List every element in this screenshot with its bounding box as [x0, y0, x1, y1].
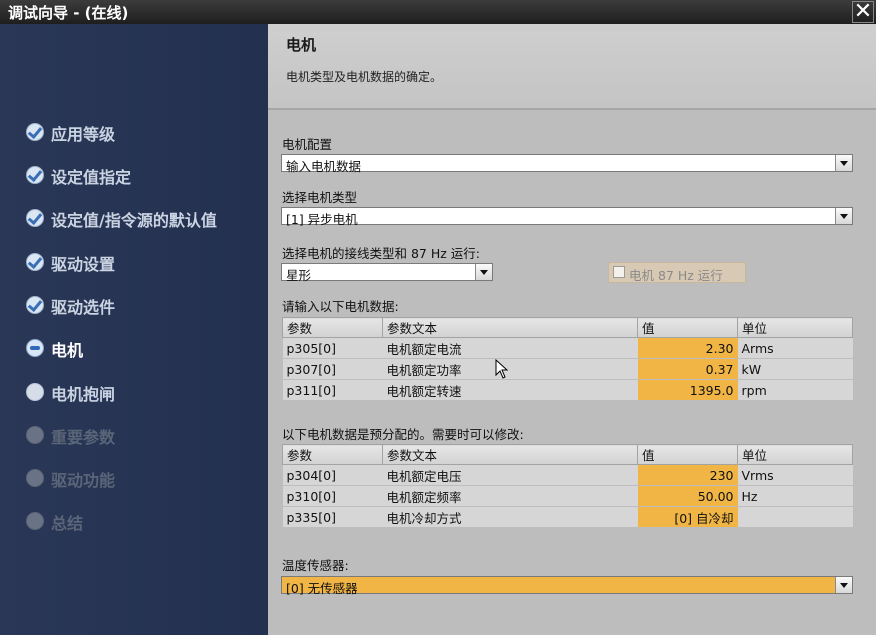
- param-text: 电机额定频率: [382, 485, 638, 507]
- motor-type-value: [1] 异步电机: [286, 212, 358, 227]
- preset-motor-data-table: 参数 参数文本 值 单位 p304[0] 电机额定电压 230 Vrms p31…: [282, 444, 853, 528]
- param-value-input[interactable]: 2.30: [637, 337, 738, 359]
- temp-sensor-value: [0] 无传感器: [286, 581, 358, 596]
- current-step-icon: [26, 339, 44, 357]
- table-row: p305[0] 电机额定电流 2.30 Arms: [282, 337, 853, 359]
- param-value-input[interactable]: 230: [637, 464, 738, 486]
- step-label: 设定值/指令源的默认值: [51, 211, 217, 230]
- check-icon: [26, 166, 44, 184]
- check-icon: [26, 296, 44, 314]
- param-id: p304[0]: [282, 464, 383, 486]
- page-title: 电机: [286, 36, 317, 54]
- motor-87hz-option[interactable]: 电机 87 Hz 运行: [608, 262, 746, 283]
- col-header-unit: 单位: [737, 317, 853, 338]
- param-value-input[interactable]: 1395.0: [637, 379, 738, 401]
- motor-87hz-label: 电机 87 Hz 运行: [629, 268, 723, 283]
- motor-87hz-checkbox[interactable]: [613, 266, 625, 278]
- motor-config-value: 输入电机数据: [286, 159, 362, 174]
- check-icon: [26, 123, 44, 141]
- param-unit: rpm: [737, 379, 853, 401]
- col-header-value: 值: [637, 444, 738, 465]
- col-header-param-text: 参数文本: [382, 444, 638, 465]
- wiring-type-value: 星形: [286, 268, 312, 283]
- param-id: p311[0]: [282, 379, 383, 401]
- step-label: 设定值指定: [51, 168, 132, 187]
- page-description: 电机类型及电机数据的确定。: [286, 70, 443, 84]
- chevron-down-icon[interactable]: [475, 264, 492, 280]
- disabled-step-icon: [26, 512, 44, 530]
- title-bar: 调试向导 - (在线) ✕: [0, 0, 876, 24]
- motor-type-label: 选择电机类型: [282, 190, 358, 205]
- step-label: 电机: [51, 341, 84, 360]
- page-header: 电机 电机类型及电机数据的确定。: [268, 24, 876, 110]
- param-id: p335[0]: [282, 506, 383, 528]
- step-label: 电机抱闸: [51, 385, 116, 404]
- step-label: 驱动功能: [51, 471, 116, 490]
- close-button[interactable]: ✕: [852, 1, 874, 23]
- param-text: 电机额定电压: [382, 464, 638, 486]
- param-unit: Vrms: [737, 464, 853, 486]
- table2-caption: 以下电机数据是预分配的。需要时可以修改:: [282, 427, 524, 442]
- col-header-param-text: 参数文本: [382, 317, 638, 338]
- disabled-step-icon: [26, 426, 44, 444]
- param-text: 电机冷却方式: [382, 506, 638, 528]
- table-row: p310[0] 电机额定频率 50.00 Hz: [282, 485, 853, 507]
- param-value-input[interactable]: 0.37: [637, 358, 738, 380]
- chevron-down-icon[interactable]: [835, 577, 852, 593]
- param-value-input[interactable]: 50.00: [637, 485, 738, 507]
- table-row: p335[0] 电机冷却方式 [0] 自冷却: [282, 506, 853, 528]
- step-label: 应用等级: [51, 125, 116, 144]
- param-unit: Arms: [737, 337, 853, 359]
- param-id: p305[0]: [282, 337, 383, 359]
- temp-sensor-select[interactable]: [0] 无传感器: [281, 576, 853, 596]
- motor-type-select[interactable]: [1] 异步电机: [281, 207, 853, 227]
- wiring-label: 选择电机的接线类型和 87 Hz 运行:: [282, 246, 480, 261]
- chevron-down-icon[interactable]: [835, 208, 852, 224]
- param-text: 电机额定转速: [382, 379, 638, 401]
- param-id: p307[0]: [282, 358, 383, 380]
- window-title: 调试向导 - (在线): [8, 4, 129, 22]
- param-unit: Hz: [737, 485, 853, 507]
- table-header-row: 参数 参数文本 值 单位: [282, 444, 853, 465]
- pending-step-icon: [26, 383, 44, 401]
- close-icon: ✕: [853, 0, 873, 24]
- wiring-type-select[interactable]: 星形: [281, 263, 493, 283]
- table-row: p307[0] 电机额定功率 0.37 kW: [282, 358, 853, 380]
- wizard-steps-sidebar: 应用等级 设定值指定 设定值/指令源的默认值 驱动设置 驱动选件 电机 电机抱闸…: [0, 24, 268, 635]
- table1-caption: 请输入以下电机数据:: [282, 299, 399, 314]
- table-row: p311[0] 电机额定转速 1395.0 rpm: [282, 379, 853, 401]
- param-value-input[interactable]: [0] 自冷却: [637, 506, 738, 528]
- motor-config-select[interactable]: 输入电机数据: [281, 154, 853, 174]
- param-unit: [737, 506, 853, 528]
- motor-data-table: 参数 参数文本 值 单位 p305[0] 电机额定电流 2.30 Arms p3…: [282, 317, 853, 401]
- temp-sensor-label: 温度传感器:: [282, 558, 349, 573]
- check-icon: [26, 209, 44, 227]
- content-panel: 电机 电机类型及电机数据的确定。 电机配置 输入电机数据 选择电机类型 [1] …: [268, 24, 876, 635]
- param-unit: kW: [737, 358, 853, 380]
- table-row: p304[0] 电机额定电压 230 Vrms: [282, 464, 853, 486]
- step-label: 驱动设置: [51, 255, 116, 274]
- col-header-param: 参数: [282, 444, 383, 465]
- param-text: 电机额定功率: [382, 358, 638, 380]
- mouse-cursor-icon: [495, 359, 509, 379]
- chevron-down-icon[interactable]: [835, 155, 852, 171]
- step-label: 重要参数: [51, 428, 116, 447]
- step-label: 驱动选件: [51, 298, 116, 317]
- table-header-row: 参数 参数文本 值 单位: [282, 317, 853, 338]
- param-text: 电机额定电流: [382, 337, 638, 359]
- col-header-value: 值: [637, 317, 738, 338]
- param-id: p310[0]: [282, 485, 383, 507]
- motor-config-label: 电机配置: [282, 137, 333, 152]
- col-header-param: 参数: [282, 317, 383, 338]
- step-label: 总结: [51, 514, 84, 533]
- disabled-step-icon: [26, 469, 44, 487]
- col-header-unit: 单位: [737, 444, 853, 465]
- check-icon: [26, 253, 44, 271]
